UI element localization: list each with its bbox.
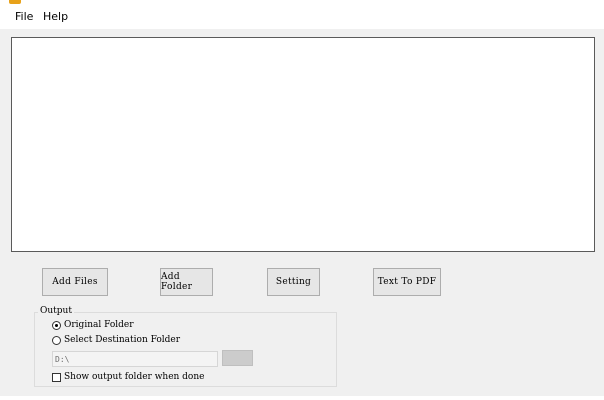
text-to-pdf-button[interactable]: Text To PDF xyxy=(373,268,441,296)
show-folder-checkbox[interactable] xyxy=(52,372,61,382)
select-destination-option[interactable]: Select Destination Folder xyxy=(52,334,180,346)
menu-bar: File Help xyxy=(0,7,604,29)
select-destination-radio[interactable] xyxy=(52,335,61,345)
menu-file[interactable]: File xyxy=(15,10,33,23)
menu-help[interactable]: Help xyxy=(43,10,68,23)
original-folder-label: Original Folder xyxy=(64,320,134,330)
output-group-label: Output xyxy=(38,306,74,316)
add-files-button[interactable]: Add Files xyxy=(42,268,108,296)
show-folder-label: Show output folder when done xyxy=(64,372,205,382)
window-bottom-edge xyxy=(0,396,604,400)
browse-button[interactable] xyxy=(222,350,253,366)
app-window: File Help Add Files Add Folder Setting T… xyxy=(0,0,604,400)
show-folder-option[interactable]: Show output folder when done xyxy=(52,371,204,383)
setting-button[interactable]: Setting xyxy=(267,268,320,296)
title-bar xyxy=(0,0,604,7)
add-folder-button[interactable]: Add Folder xyxy=(160,268,213,296)
app-icon xyxy=(9,0,21,4)
destination-path-input[interactable] xyxy=(52,351,218,367)
select-destination-label: Select Destination Folder xyxy=(64,335,181,345)
original-folder-radio[interactable] xyxy=(52,320,61,330)
file-list[interactable] xyxy=(11,37,595,252)
original-folder-option[interactable]: Original Folder xyxy=(52,319,134,331)
